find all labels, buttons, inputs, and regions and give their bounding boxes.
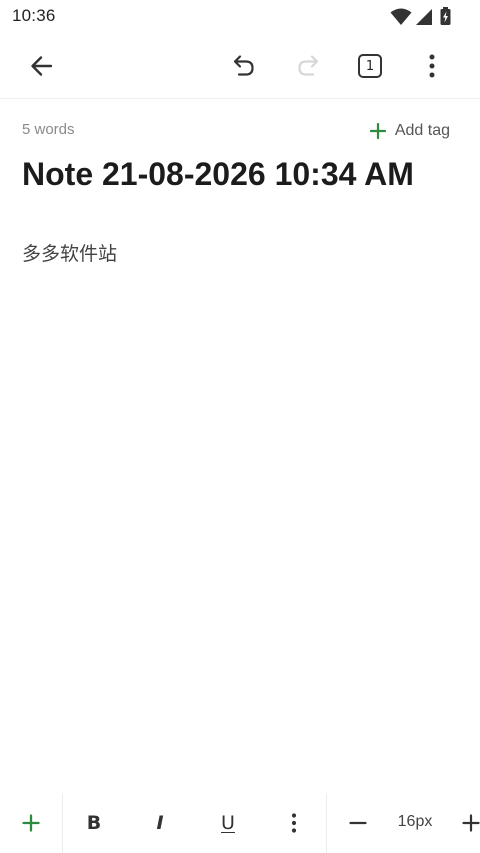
more-vert-icon [291,813,297,833]
bold-icon: B [86,812,102,834]
wifi-icon [390,8,412,25]
minus-icon [349,821,367,825]
formatting-bar: B I U 16px [0,793,480,853]
plus-icon [369,123,386,139]
page-count: 1 [365,58,375,74]
editor-toolbar: 1 [0,34,480,99]
undo-icon [233,55,254,76]
plus-icon [22,814,40,832]
italic-button[interactable]: I [138,801,182,845]
note-title[interactable]: Note 21-08-2026 10:34 AM [22,154,452,194]
underline-button[interactable]: U [206,801,250,845]
add-tag-label: Add tag [394,122,450,139]
font-size-value: 16px [397,813,433,830]
underline-icon: U [221,812,235,834]
more-format-button[interactable] [272,801,316,845]
divider [326,793,327,853]
status-time: 10:36 [12,6,56,25]
redo-button[interactable] [286,44,330,88]
battery-charging-icon [440,7,451,25]
add-tag-button[interactable]: Add tag [369,118,450,144]
plus-icon [462,814,480,832]
back-arrow-icon [31,56,53,76]
divider [62,793,63,853]
insert-button[interactable] [9,801,53,845]
word-count: 5 words [22,121,75,138]
increase-font-size-button[interactable] [450,801,480,845]
status-bar: 10:36 [0,0,480,34]
signal-icon [416,9,432,25]
more-options-button[interactable] [410,44,454,88]
italic-icon: I [156,812,164,834]
undo-button[interactable] [222,44,266,88]
redo-icon [298,55,319,76]
bold-button[interactable]: B [72,801,116,845]
pages-button[interactable]: 1 [348,44,392,88]
more-vert-icon [429,54,435,78]
decrease-font-size-button[interactable] [336,801,380,845]
note-meta-row: 5 words Add tag [0,118,480,144]
note-body-editor[interactable]: 多多软件站 [22,241,458,269]
back-button[interactable] [20,44,64,88]
pages-icon: 1 [358,54,382,78]
